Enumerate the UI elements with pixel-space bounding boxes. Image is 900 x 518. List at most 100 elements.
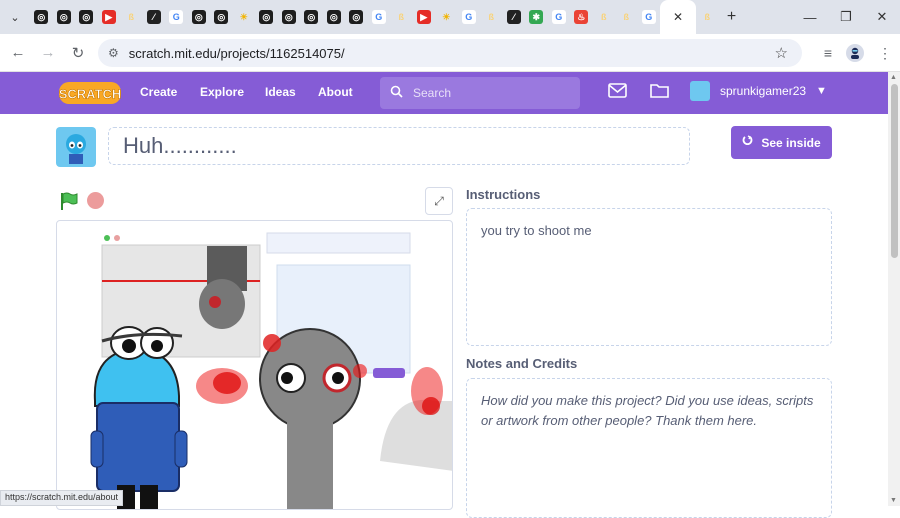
target-icon: ◎ [34, 10, 49, 24]
browser-tab[interactable]: ♨ [570, 0, 593, 34]
browser-tab[interactable]: ß [615, 0, 638, 34]
page-scrollbar[interactable]: ▲ ▼ [888, 72, 900, 506]
scratch-cat-icon: ß [601, 12, 607, 22]
target-icon: ◎ [304, 10, 319, 24]
instructions-text[interactable]: you try to shoot me [466, 208, 832, 346]
stop-icon[interactable] [87, 192, 104, 209]
browser-tab[interactable]: ◎ [323, 0, 346, 34]
browser-tab[interactable]: G [165, 0, 188, 34]
browser-tab[interactable]: ß [390, 0, 413, 34]
tab-search-chevron-icon[interactable]: ⌄ [0, 11, 30, 24]
google-icon: G [461, 10, 476, 24]
browser-tab[interactable]: ☀ [233, 0, 256, 34]
target-icon: ◎ [191, 10, 206, 24]
browser-tab[interactable]: G [548, 0, 571, 34]
google-icon: G [551, 10, 566, 24]
close-window-icon[interactable]: ✕ [864, 0, 900, 34]
browser-tab[interactable]: ß [593, 0, 616, 34]
status-url-bar: https://scratch.mit.edu/about [0, 490, 124, 506]
nav-explore-link[interactable]: Explore [200, 85, 244, 99]
youtube-icon: ▶ [101, 10, 116, 24]
browser-tab[interactable]: ▶ [98, 0, 121, 34]
browser-tab[interactable]: ◎ [345, 0, 368, 34]
window-controls: — ❐ ✕ [792, 0, 900, 34]
search-placeholder: Search [413, 86, 452, 100]
project-title-input[interactable]: Huh............ [108, 127, 690, 165]
browser-tab[interactable]: ◎ [210, 0, 233, 34]
url-bar[interactable]: ⚙ scratch.mit.edu/projects/1162514075/ ☆ [98, 39, 802, 67]
browser-tab[interactable]: ⁄ [503, 0, 526, 34]
browser-tab[interactable]: ✱ [525, 0, 548, 34]
browser-tab[interactable]: ◎ [188, 0, 211, 34]
target-icon: ◎ [349, 10, 364, 24]
nav-create-link[interactable]: Create [140, 85, 177, 99]
site-settings-icon[interactable]: ⚙ [108, 46, 119, 60]
media-control-icon[interactable]: ≡ [824, 45, 832, 61]
browser-tab[interactable]: ⁄ [143, 0, 166, 34]
back-icon[interactable]: ← [3, 44, 33, 61]
close-tab-icon[interactable]: ✕ [673, 10, 683, 24]
remix-icon [742, 135, 754, 150]
bookmark-star-icon[interactable]: ☆ [775, 44, 788, 62]
youtube-icon: ▶ [416, 10, 431, 24]
browser-tab[interactable]: ◎ [278, 0, 301, 34]
scratch-logo[interactable]: SCRATCH [58, 80, 122, 106]
browser-tab[interactable]: ◎ [53, 0, 76, 34]
scratch-cat-icon: ß [128, 12, 135, 22]
browser-tab[interactable]: ◎ [255, 0, 278, 34]
scrollbar-thumb[interactable] [891, 84, 898, 258]
browser-tab[interactable]: ◎ [30, 0, 53, 34]
user-avatar [690, 81, 710, 101]
reload-icon[interactable]: ↻ [63, 44, 93, 62]
google-icon: G [371, 10, 386, 24]
search-icon [390, 85, 403, 101]
browser-tab[interactable]: ◎ [75, 0, 98, 34]
browser-tab[interactable]: G [368, 0, 391, 34]
green-flag-icon[interactable] [60, 192, 79, 211]
restore-icon[interactable]: ❐ [828, 0, 864, 34]
chrome-menu-icon[interactable]: ⋮ [878, 45, 892, 62]
slash-icon: ⁄ [506, 10, 521, 24]
minimize-icon[interactable]: — [792, 0, 828, 34]
my-stuff-folder-icon[interactable] [650, 82, 669, 103]
notes-textarea[interactable]: How did you make this project? Did you u… [466, 378, 832, 518]
scroll-up-icon[interactable]: ▲ [890, 74, 897, 81]
url-text: scratch.mit.edu/projects/1162514075/ [128, 45, 345, 61]
see-inside-button[interactable]: See inside [731, 126, 832, 159]
browser-tab[interactable]: ß [120, 0, 143, 34]
browser-tab[interactable]: G [638, 0, 661, 34]
browser-tab[interactable]: G [458, 0, 481, 34]
browser-tab[interactable]: ◎ [300, 0, 323, 34]
browser-tab[interactable]: ß [480, 0, 503, 34]
scroll-down-icon[interactable]: ▼ [890, 497, 897, 504]
target-icon: ◎ [281, 10, 296, 24]
nav-ideas-link[interactable]: Ideas [265, 85, 296, 99]
user-menu[interactable]: sprunkigamer23 ▼ [690, 81, 827, 101]
browser-tab[interactable]: ☀ [435, 0, 458, 34]
search-input[interactable]: Search [380, 77, 580, 109]
new-tab-button[interactable]: + [719, 8, 745, 26]
nav-about-link[interactable]: About [318, 85, 353, 99]
browser-tab[interactable]: ▶ [413, 0, 436, 34]
forward-icon[interactable]: → [33, 44, 63, 61]
fullscreen-icon[interactable]: ⤢ [425, 187, 453, 215]
tab-list: ◎ ◎ ◎ ▶ ß ⁄ G ◎ ◎ ☀ ◎ ◎ ◎ ◎ ◎ Gß ▶ ☀ Gß ⁄ ✱ G ♨ ß ß G ✕ ß [30, 0, 719, 34]
target-icon: ◎ [56, 10, 71, 24]
target-icon: ◎ [79, 10, 94, 24]
stage-artwork [90, 232, 452, 509]
active-tab[interactable]: ✕ [660, 0, 696, 34]
scratch-cat-icon: ß [704, 12, 711, 22]
username: sprunkigamer23 [720, 84, 807, 98]
tab-strip: ⌄ ◎ ◎ ◎ ▶ ß ⁄ G ◎ ◎ ☀ ◎ ◎ ◎ ◎ ◎ Gß ▶ ☀ Gß ⁄ ✱ G ♨ ß ß G ✕ ß + — ❐ ✕ [0, 0, 900, 34]
chevron-down-icon: ▼ [816, 85, 827, 97]
scratch-cat-icon: ß [623, 12, 630, 22]
project-stage[interactable] [56, 220, 453, 510]
messages-icon[interactable] [608, 82, 627, 103]
profile-avatar[interactable] [846, 44, 864, 62]
target-icon: ◎ [326, 10, 341, 24]
project-author-avatar[interactable] [56, 127, 96, 167]
target-icon: ◎ [259, 10, 274, 24]
pinwheel-icon: ✱ [529, 10, 544, 24]
browser-tab[interactable]: ß [696, 0, 719, 34]
instructions-heading: Instructions [466, 187, 541, 202]
